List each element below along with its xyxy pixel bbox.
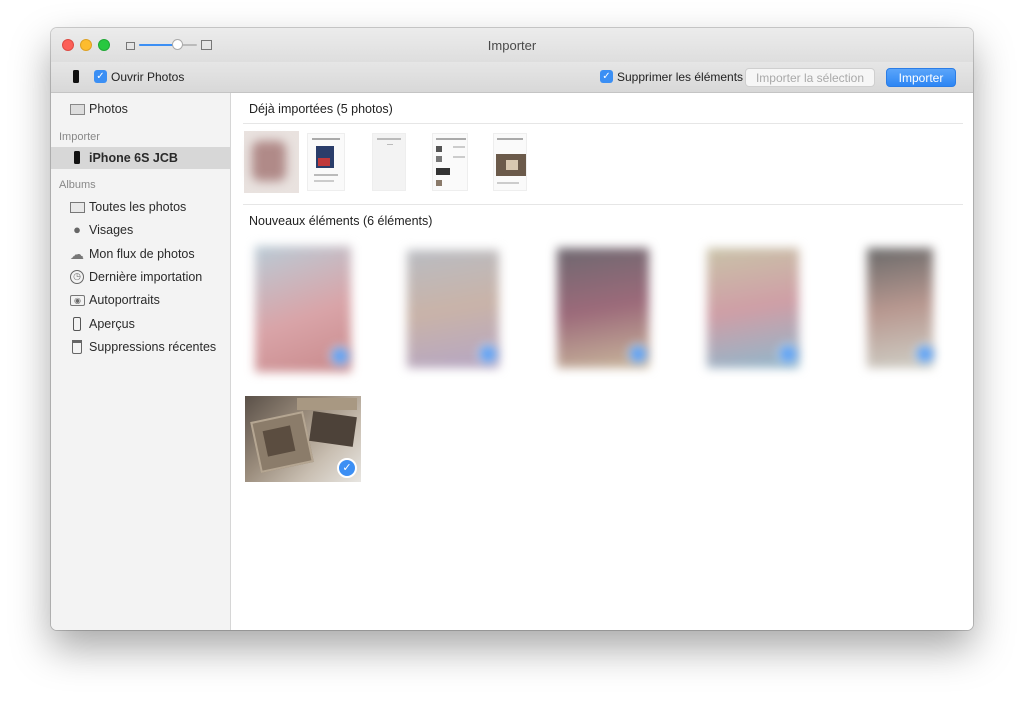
new-photo-thumb[interactable]: ✓ — [861, 240, 941, 380]
main-content: Déjà importées (5 photos) Nouveaux éléme… — [231, 93, 973, 630]
imported-screenshot-thumb[interactable] — [493, 133, 527, 191]
toolbar: ✓ Ouvrir Photos ✓ Supprimer les éléments… — [51, 62, 973, 93]
new-photo-thumb[interactable]: ✓ — [551, 240, 656, 380]
new-photo-thumb[interactable]: ✓ — [251, 240, 356, 380]
cloud-icon: ☁ — [70, 246, 84, 262]
sidebar-item-faces[interactable]: ● Visages — [51, 219, 230, 241]
delete-items-label: Supprimer les éléments — [617, 70, 744, 84]
photos-library-icon — [70, 104, 85, 115]
person-icon: ● — [73, 222, 81, 237]
clock-icon: ◷ — [70, 270, 84, 284]
new-photo-thumb[interactable]: ✓ — [401, 240, 506, 380]
imported-screenshot-thumb[interactable] — [432, 133, 468, 191]
sidebar-item-screenshots[interactable]: Aperçus — [51, 313, 230, 335]
selected-check-icon[interactable]: ✓ — [337, 458, 357, 478]
phone-icon — [74, 151, 80, 164]
phone-icon — [73, 70, 79, 83]
import-selection-button[interactable]: Importer la sélection — [745, 68, 875, 87]
import-window: Importer ✓ Ouvrir Photos ✓ Supprimer les… — [51, 28, 973, 630]
sidebar: Photos Importer iPhone 6S JCB Albums Tou… — [51, 93, 231, 630]
import-button[interactable]: Importer — [886, 68, 956, 87]
imported-screenshot-thumb[interactable] — [372, 133, 406, 191]
divider — [243, 204, 963, 205]
sidebar-item-label: Dernière importation — [89, 270, 203, 284]
sidebar-item-last-import[interactable]: ◷ Dernière importation — [51, 266, 230, 288]
sidebar-item-label: Visages — [89, 223, 134, 237]
sidebar-item-photo-stream[interactable]: ☁ Mon flux de photos — [51, 243, 230, 265]
sidebar-item-photos[interactable]: Photos — [51, 98, 230, 120]
new-photo-thumb[interactable]: ✓ — [701, 240, 806, 380]
sidebar-item-label: Autoportraits — [89, 293, 160, 307]
imported-screenshot-thumb[interactable] — [307, 133, 345, 191]
selected-check-icon: ✓ — [330, 346, 350, 366]
divider — [243, 123, 963, 124]
selected-check-icon: ✓ — [915, 344, 935, 364]
sidebar-item-all-photos[interactable]: Toutes les photos — [51, 196, 230, 218]
sidebar-item-label: iPhone 6S JCB — [89, 151, 178, 165]
phone-icon — [73, 317, 81, 331]
window-title: Importer — [487, 38, 537, 53]
open-photos-label: Ouvrir Photos — [111, 70, 185, 84]
selected-check-icon: ✓ — [628, 344, 648, 364]
already-imported-title: Déjà importées (5 photos) — [249, 102, 393, 116]
sidebar-item-label: Photos — [89, 102, 128, 116]
sidebar-item-recently-deleted[interactable]: Suppressions récentes — [51, 336, 230, 358]
delete-items-checkbox[interactable]: ✓ — [600, 70, 613, 83]
selected-check-icon: ✓ — [478, 344, 498, 364]
title-bar: Importer — [51, 28, 973, 63]
camera-icon: ◉ — [70, 295, 85, 306]
sidebar-item-label: Suppressions récentes — [89, 340, 217, 354]
imported-photo-thumb[interactable] — [244, 131, 299, 193]
sidebar-item-device[interactable]: iPhone 6S JCB — [51, 147, 230, 169]
new-items-title: Nouveaux éléments (6 éléments) — [249, 214, 433, 228]
sidebar-item-selfies[interactable]: ◉ Autoportraits — [51, 289, 230, 311]
selected-check-icon: ✓ — [778, 344, 798, 364]
photos-stack-icon — [70, 202, 85, 213]
new-photo-thumb-selected[interactable]: ✓ — [245, 396, 361, 482]
import-heading: Importer — [59, 131, 100, 143]
albums-heading: Albums — [59, 179, 96, 191]
trash-icon — [72, 340, 82, 354]
sidebar-item-label: Toutes les photos — [89, 200, 187, 214]
open-photos-checkbox[interactable]: ✓ — [94, 70, 107, 83]
sidebar-item-label: Mon flux de photos — [89, 247, 195, 261]
sidebar-item-label: Aperçus — [89, 317, 135, 331]
